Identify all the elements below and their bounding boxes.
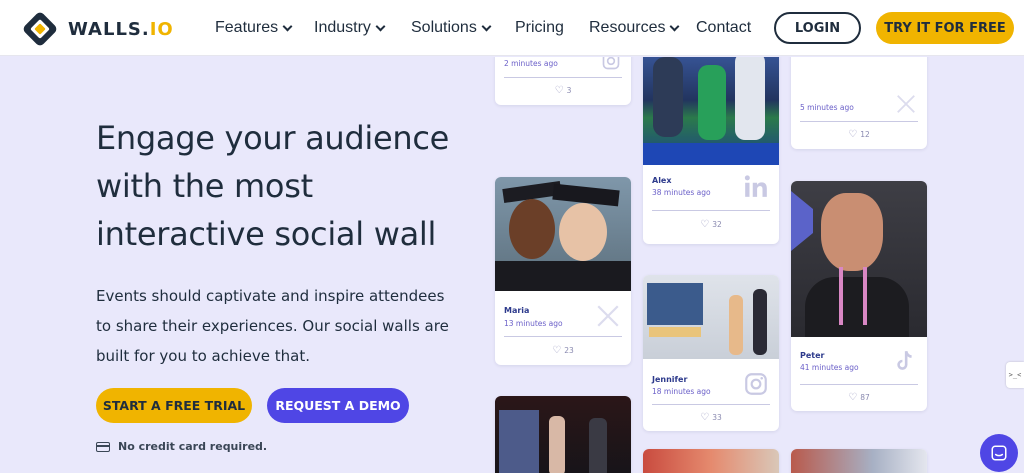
post-time: 38 minutes ago: [652, 188, 711, 197]
try-it-free-button[interactable]: TRY IT FOR FREE: [876, 12, 1014, 44]
wall-post-card: 5 minutes ago ♡ 12: [791, 57, 927, 149]
post-divider: [800, 384, 918, 385]
nav-pricing[interactable]: Pricing: [515, 19, 564, 37]
chevron-down-icon: [375, 21, 386, 31]
wall-post-card: 2 minutes ago ♡ 3: [495, 57, 631, 105]
walls-io-logo[interactable]: WALLS.IO: [20, 9, 174, 49]
instagram-icon: [602, 57, 620, 70]
event-crowd-photo: [643, 57, 779, 165]
credit-card-icon: [96, 441, 110, 452]
wall-post-card: [495, 396, 631, 473]
speaker-photo: [791, 181, 927, 337]
post-divider: [504, 77, 622, 78]
description-line-1: Events should captivate and inspire atte…: [96, 287, 445, 305]
post-divider: [800, 121, 918, 122]
heart-icon: ♡: [700, 219, 710, 230]
description-line-3: built for you to achieve that.: [96, 347, 311, 365]
nav-resources-label: Resources: [589, 19, 666, 36]
wall-post-card: Jennifer 18 minutes ago ♡ 33: [643, 275, 779, 431]
linkedin-icon: [744, 175, 767, 197]
top-navigation-bar: WALLS.IO Features Industry Solutions Pri…: [0, 0, 1024, 56]
social-wall-preview: 2 minutes ago ♡ 3 Alex 38 minutes ago ♡ 32…: [480, 57, 960, 473]
post-time: 41 minutes ago: [800, 363, 859, 372]
nav-features-label: Features: [215, 19, 279, 36]
post-time: 13 minutes ago: [504, 319, 563, 328]
headline-line-3: interactive social wall: [96, 215, 437, 253]
wall-post-card: [791, 449, 927, 473]
post-author: Peter: [800, 351, 825, 360]
chevron-down-icon: [481, 21, 492, 31]
login-button[interactable]: LOGIN: [774, 12, 861, 44]
wall-post-card: [643, 449, 779, 473]
post-likes: ♡ 32: [700, 219, 722, 230]
tiktok-icon: [897, 350, 912, 370]
post-likes: ♡ 3: [554, 85, 572, 96]
nav-industry-label: Industry: [314, 19, 371, 36]
brand-name: WALLS.IO: [68, 18, 174, 40]
stage-photo: [495, 396, 631, 473]
nav-industry[interactable]: Industry: [314, 19, 386, 37]
post-likes: ♡ 12: [848, 129, 870, 140]
post-author: Jennifer: [652, 375, 688, 384]
headline-line-2: with the most: [96, 167, 313, 205]
post-author: Maria: [504, 306, 530, 315]
chevron-down-icon: [282, 21, 293, 31]
no-credit-card-text: No credit card required.: [118, 440, 268, 453]
nav-contact-label: Contact: [696, 19, 752, 36]
post-divider: [504, 336, 622, 337]
heart-icon: ♡: [848, 129, 858, 140]
event-photo: [791, 449, 927, 473]
post-likes: ♡ 33: [700, 412, 722, 423]
nav-pricing-label: Pricing: [515, 19, 564, 36]
hero-description: Events should captivate and inspire atte…: [96, 281, 476, 371]
nav-solutions[interactable]: Solutions: [411, 19, 492, 37]
side-widget-tab[interactable]: >_<: [1006, 362, 1024, 388]
chevron-down-icon: [670, 21, 680, 31]
post-divider: [652, 404, 770, 405]
nav-contact[interactable]: Contact: [696, 19, 751, 37]
request-demo-button[interactable]: REQUEST A DEMO: [267, 388, 409, 423]
nav-features[interactable]: Features: [215, 19, 293, 37]
chat-launcher-button[interactable]: [980, 434, 1018, 472]
post-likes: ♡ 87: [848, 392, 870, 403]
wall-post-card: Peter 41 minutes ago ♡ 87: [791, 181, 927, 411]
walls-logo-icon: [23, 12, 57, 46]
post-time: 18 minutes ago: [652, 387, 711, 396]
hero-headline: Engage your audience with the most inter…: [96, 114, 496, 258]
x-icon: [597, 305, 619, 327]
post-time: 5 minutes ago: [800, 103, 854, 112]
description-line-2: to share their experiences. Our social w…: [96, 317, 449, 335]
chat-icon: [991, 445, 1007, 461]
instagram-icon: [745, 373, 767, 395]
no-credit-card-note: No credit card required.: [96, 440, 267, 453]
wall-post-card: Maria 13 minutes ago ♡ 23: [495, 177, 631, 365]
nav-solutions-label: Solutions: [411, 19, 477, 36]
event-photo: [643, 449, 779, 473]
start-free-trial-button[interactable]: START A FREE TRIAL: [96, 388, 252, 423]
heart-icon: ♡: [554, 85, 564, 96]
post-divider: [652, 210, 770, 211]
post-author: Alex: [652, 176, 672, 185]
wall-post-card: Alex 38 minutes ago ♡ 32: [643, 57, 779, 244]
x-icon: [897, 95, 915, 113]
graduates-photo: [495, 177, 631, 291]
exhibition-booth-photo: [643, 275, 779, 359]
headline-line-1: Engage your audience: [96, 119, 450, 157]
post-time: 2 minutes ago: [504, 59, 558, 68]
heart-icon: ♡: [848, 392, 858, 403]
heart-icon: ♡: [700, 412, 710, 423]
post-likes: ♡ 23: [552, 345, 574, 356]
heart-icon: ♡: [552, 345, 562, 356]
nav-resources[interactable]: Resources: [589, 19, 680, 37]
